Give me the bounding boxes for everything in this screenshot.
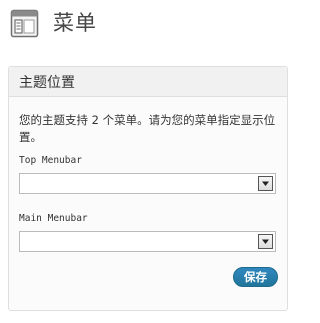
- theme-locations-body: 您的主题支持 2 个菜单。请为您的菜单指定显示位置。: [9, 112, 287, 146]
- menus-page: 菜单 主题位置 您的主题支持 2 个菜单。请为您的菜单指定显示位置。 Top M…: [0, 0, 306, 323]
- top-menubar-select[interactable]: [19, 173, 276, 194]
- save-button[interactable]: 保存: [233, 267, 278, 287]
- chevron-down-icon[interactable]: [258, 176, 273, 191]
- theme-locations-title: 主题位置: [19, 74, 75, 91]
- chevron-down-icon[interactable]: [258, 234, 273, 249]
- page-title: 菜单: [53, 11, 97, 35]
- theme-locations-box: 主题位置 您的主题支持 2 个菜单。请为您的菜单指定显示位置。 Top Menu…: [8, 66, 288, 311]
- page-header: 菜单: [10, 8, 97, 38]
- main-menubar-select[interactable]: [19, 231, 276, 252]
- main-menubar-label: Main Menubar: [19, 213, 88, 224]
- theme-locations-description: 您的主题支持 2 个菜单。请为您的菜单指定显示位置。: [19, 113, 276, 144]
- menus-icon: [10, 9, 39, 38]
- theme-locations-header[interactable]: 主题位置: [9, 67, 287, 97]
- top-menubar-label: Top Menubar: [19, 155, 82, 166]
